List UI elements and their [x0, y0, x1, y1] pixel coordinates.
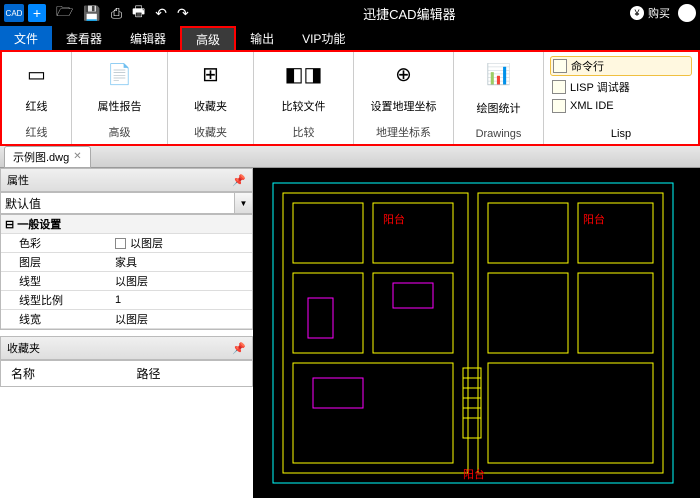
- report-icon: 📄: [104, 58, 136, 90]
- buy-button[interactable]: ¥购买: [630, 5, 670, 21]
- doc-icon: ▭: [21, 58, 53, 90]
- menu-vip[interactable]: VIP功能: [288, 26, 359, 50]
- ribbon-attr-report[interactable]: 📄属性报告高级: [72, 52, 168, 144]
- cmd-icon: [553, 59, 567, 73]
- compare-icon: ◧◨: [288, 58, 320, 90]
- favorites-icon: ⊞: [195, 58, 227, 90]
- lisp-debugger[interactable]: LISP 调试器: [550, 78, 692, 96]
- undo-icon[interactable]: ↶: [155, 5, 167, 22]
- ribbon-compare[interactable]: ◧◨比较文件比较: [254, 52, 354, 144]
- title-bar: CAD + 🗁 💾 ⎙ 🖶 ↶ ↷ 迅捷CAD编辑器 ¥购买: [0, 0, 700, 26]
- prop-row[interactable]: 图层家具: [1, 253, 252, 272]
- chevron-down-icon[interactable]: ▼: [234, 193, 252, 213]
- lisp-cmdline[interactable]: 命令行: [550, 56, 692, 76]
- prop-section[interactable]: ⊟ 一般设置: [1, 215, 252, 234]
- favorites-header: 收藏夹📌: [0, 336, 253, 360]
- menu-bar: 文件 查看器 编辑器 高级 输出 VIP功能: [0, 26, 700, 50]
- menu-advanced[interactable]: 高级: [180, 26, 236, 50]
- favorites-columns: 名称路径: [0, 360, 253, 387]
- saveas-icon[interactable]: ⎙: [111, 5, 122, 22]
- floorplan: 阳台 阳台 阳台: [253, 168, 700, 498]
- save-icon[interactable]: 💾: [83, 5, 100, 22]
- default-combo[interactable]: ▼: [0, 192, 253, 214]
- xml-icon: [552, 99, 566, 113]
- default-input[interactable]: [1, 193, 234, 213]
- favorites-panel: 收藏夹📌 名称路径: [0, 336, 253, 498]
- geo-icon: ⊕: [388, 58, 420, 90]
- menu-viewer[interactable]: 查看器: [52, 26, 116, 50]
- ribbon-favorites[interactable]: ⊞收藏夹收藏夹: [168, 52, 254, 144]
- svg-text:阳台: 阳台: [463, 467, 485, 481]
- debug-icon: [552, 80, 566, 94]
- coin-icon: ¥: [630, 6, 644, 20]
- pin-icon[interactable]: 📌: [232, 174, 246, 187]
- menu-output[interactable]: 输出: [236, 26, 288, 50]
- lisp-xml-ide[interactable]: XML IDE: [550, 98, 692, 114]
- properties-header: 属性📌: [0, 168, 253, 192]
- app-title: 迅捷CAD编辑器: [189, 4, 630, 23]
- print-icon[interactable]: 🖶: [132, 1, 145, 25]
- lisp-group-label: Lisp: [550, 128, 692, 140]
- redo-icon[interactable]: ↷: [177, 5, 189, 22]
- stats-icon: 📊: [483, 58, 515, 90]
- close-icon[interactable]: ✕: [73, 151, 81, 162]
- property-list: ⊟ 一般设置 色彩以图层 图层家具 线型以图层 线型比例1 线宽以图层: [0, 214, 253, 330]
- app-logo: CAD: [4, 4, 24, 22]
- prop-row[interactable]: 线型以图层: [1, 272, 252, 291]
- ribbon-redline[interactable]: ▭红线红线: [2, 52, 72, 144]
- left-panel: 属性📌 ▼ ⊟ 一般设置 色彩以图层 图层家具 线型以图层 线型比例1 线宽以图…: [0, 168, 253, 498]
- ribbon-geo[interactable]: ⊕设置地理坐标地理坐标系: [354, 52, 454, 144]
- checkbox[interactable]: [115, 238, 126, 249]
- drawing-canvas[interactable]: 阳台 阳台 阳台: [253, 168, 700, 498]
- prop-row[interactable]: 线宽以图层: [1, 310, 252, 329]
- svg-text:阳台: 阳台: [583, 212, 605, 226]
- document-tab[interactable]: 示例图.dwg✕: [4, 146, 91, 168]
- prop-row[interactable]: 色彩以图层: [1, 234, 252, 253]
- document-tabs: 示例图.dwg✕: [0, 146, 700, 168]
- ribbon-stats[interactable]: 📊绘图统计Drawings: [454, 52, 544, 144]
- new-button[interactable]: +: [28, 4, 46, 22]
- menu-editor[interactable]: 编辑器: [116, 26, 180, 50]
- menu-file[interactable]: 文件: [0, 26, 52, 50]
- open-icon[interactable]: 🗁: [56, 1, 73, 25]
- ribbon: ▭红线红线 📄属性报告高级 ⊞收藏夹收藏夹 ◧◨比较文件比较 ⊕设置地理坐标地理…: [0, 50, 700, 146]
- svg-text:阳台: 阳台: [383, 212, 405, 226]
- ribbon-lisp-group: 命令行 LISP 调试器 XML IDE Lisp: [544, 52, 698, 144]
- pin-icon[interactable]: 📌: [232, 342, 246, 355]
- prop-row[interactable]: 线型比例1: [1, 291, 252, 310]
- user-avatar[interactable]: [678, 4, 696, 22]
